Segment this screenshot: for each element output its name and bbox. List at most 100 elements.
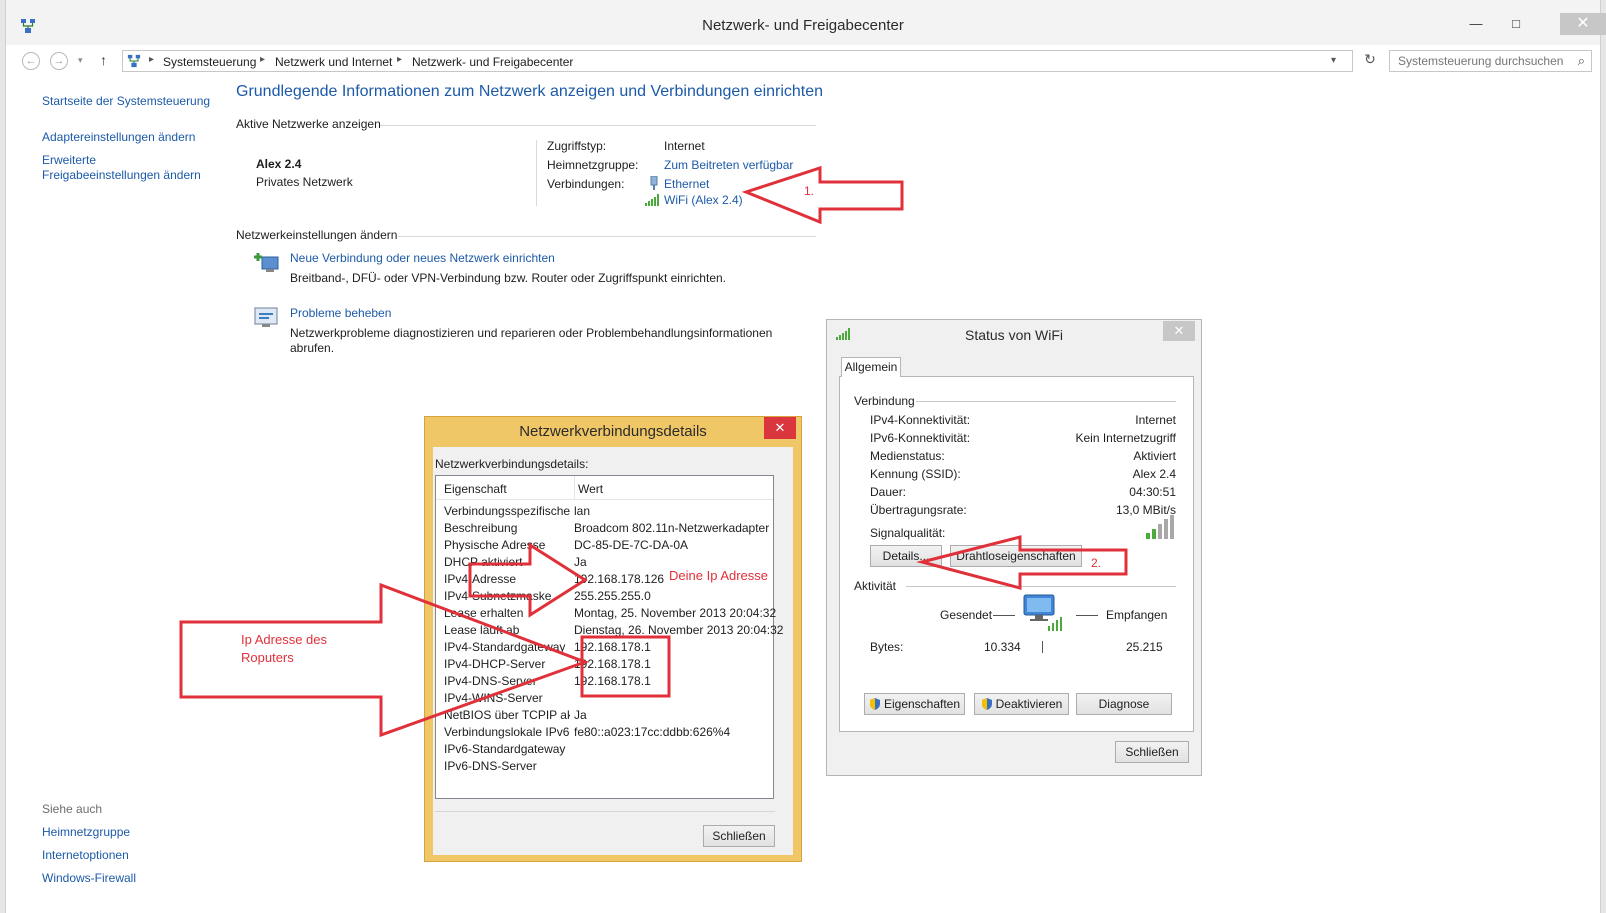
wifi-close-button[interactable]: Schließen [1115,741,1189,763]
details-row-property: IPv6-Standardgateway [444,742,566,756]
change-settings-label: Netzwerkeinstellungen ändern [236,228,398,242]
column-divider[interactable] [574,476,575,500]
address-bar[interactable]: ▸ Systemsteuerung ▸ Netzwerk und Interne… [122,50,1353,72]
details-row-property: IPv4-Adresse [444,572,517,586]
main-window: Netzwerk- und Freigabecenter — □ ✕ ← → ▾… [0,0,1606,913]
connection-info-row: Medienstatus: Aktiviert [856,449,1176,466]
minimize-button[interactable]: — [1462,14,1490,34]
column-header-value[interactable]: Wert [578,482,603,496]
wifi-connection-link[interactable]: WiFi (Alex 2.4) [664,193,743,207]
connection-info-value: Aktiviert [1133,449,1176,463]
details-row[interactable]: Beschreibung Broadcom 802.11n-Netzwerkada… [436,521,769,538]
connection-info-name: Medienstatus: [870,449,945,463]
troubleshoot-icon [254,307,278,327]
breadcrumb-separator-icon[interactable]: ▸ [149,54,154,65]
forward-button[interactable]: → [50,52,68,70]
homegroup-join-link[interactable]: Zum Beitreten verfügbar [664,158,793,172]
annotation-router-label-line1: Ip Adresse des [241,632,327,647]
troubleshoot-link[interactable]: Probleme beheben [290,306,391,320]
see-also-internet-options[interactable]: Internetoptionen [42,848,129,863]
back-button[interactable]: ← [22,52,40,70]
details-row-value: 192.168.178.1 [574,674,651,688]
activity-group-label: Aktivität [854,579,897,593]
details-row[interactable]: Verbindungslokale IPv6-... fe80::a023:17c… [436,725,764,742]
details-row[interactable]: IPv6-Standardgateway [436,742,764,759]
sidebar-item-advanced-sharing-line2[interactable]: Freigabeeinstellungen ändern [42,168,201,183]
details-row-value: Montag, 25. November 2013 20:04:32 [574,606,777,620]
uac-shield-icon [869,698,880,710]
breadcrumb-separator-icon[interactable]: ▸ [397,54,402,65]
details-row[interactable]: Lease läuft ab Dienstag, 26. November 201… [436,623,783,640]
details-row[interactable]: IPv4-Standardgateway 192.168.178.1 [436,640,764,657]
access-type-label: Zugriffstyp: [547,139,607,153]
divider [1076,615,1098,616]
see-also-windows-firewall[interactable]: Windows-Firewall [42,871,136,886]
details-row[interactable]: IPv6-DNS-Server [436,759,764,776]
diagnose-button[interactable]: Diagnose [1076,693,1172,715]
details-row[interactable]: IPv4-DNS-Server 192.168.178.1 [436,674,764,691]
received-label: Empfangen [1106,608,1168,622]
connection-group-label: Verbindung [854,394,915,408]
column-header-property[interactable]: Eigenschaft [444,482,507,496]
recent-pages-chevron-icon[interactable]: ▾ [78,55,83,66]
details-row[interactable]: Physische Adresse DC-85-DE-7C-DA-0A [436,538,764,555]
details-row[interactable]: Verbindungsspezifisches... lan [436,504,764,521]
details-row[interactable]: IPv4-DHCP-Server 192.168.178.1 [436,657,764,674]
properties-button[interactable]: Eigenschaften [864,693,965,715]
connections-label: Verbindungen: [547,177,625,191]
signal-quality-bars [1146,515,1174,539]
connection-info-name: Kennung (SSID): [870,467,961,481]
details-row[interactable]: NetBIOS über TCPIP ak... Ja [436,708,764,725]
sidebar-item-advanced-sharing-line1[interactable]: Erweiterte [42,153,96,168]
search-input[interactable] [1398,54,1568,68]
breadcrumb-netzwerk-freigabecenter[interactable]: Netzwerk- und Freigabecenter [412,55,573,69]
ethernet-connection-link[interactable]: Ethernet [664,177,709,191]
disable-button[interactable]: Deaktivieren [974,693,1069,715]
details-row-property: Lease läuft ab [444,623,520,637]
details-row-property: IPv4-Standardgateway [444,640,566,654]
breadcrumb-systemsteuerung[interactable]: Systemsteuerung [163,55,256,69]
annotation-label-2: 2. [1091,556,1102,570]
details-row-property: IPv4-DHCP-Server [444,657,546,671]
sidebar-item-control-panel-home[interactable]: Startseite der Systemsteuerung [42,94,210,109]
wireless-properties-button[interactable]: Drahtloseigenschaften [950,545,1082,567]
breadcrumb-separator-icon[interactable]: ▸ [260,54,265,65]
right-window-edge [1600,0,1606,913]
tab-allgemein[interactable]: Allgemein [841,357,901,377]
connection-info-name: Übertragungsrate: [870,503,967,517]
details-button[interactable]: Details... [870,545,942,567]
bytes-label: Bytes: [870,640,904,654]
details-row[interactable]: Lease erhalten Montag, 25. November 2013 … [436,606,776,623]
details-listview[interactable]: Eigenschaft Wert Verbindungsspezifisches… [435,475,783,799]
dialog-close-button[interactable]: ✕ [764,417,796,439]
up-button[interactable]: ↑ [100,52,107,68]
details-row-value: fe80::a023:17cc:ddbb:626%4 [574,725,731,739]
address-dropdown-icon[interactable]: ▾ [1331,55,1336,66]
new-connection-link[interactable]: Neue Verbindung oder neues Netzwerk einr… [290,251,555,265]
connection-info-row: Übertragungsrate: 13,0 MBit/s [856,503,1176,520]
details-row[interactable]: IPv4-WINS-Server [436,691,764,708]
see-also-homegroup[interactable]: Heimnetzgruppe [42,825,130,840]
details-row-property: Beschreibung [444,521,518,535]
search-icon[interactable]: ⌕ [1578,53,1585,69]
divider [906,586,1176,587]
connection-info-name: Dauer: [870,485,907,499]
details-close-button[interactable]: Schließen [703,825,775,847]
wifi-signal-icon [645,194,659,206]
sidebar-item-adapter-settings[interactable]: Adaptereinstellungen ändern [42,130,195,145]
uac-shield-icon [981,698,992,710]
details-row-value: 192.168.178.1 [574,640,651,654]
details-row[interactable]: IPv4-Subnetzmaske 255.255.255.0 [436,589,764,606]
details-row-property: IPv4-Subnetzmaske [444,589,552,603]
title-bar: Netzwerk- und Freigabecenter — □ ✕ [6,0,1606,45]
breadcrumb-netzwerk-internet[interactable]: Netzwerk und Internet [275,55,392,69]
refresh-icon[interactable]: ↻ [1358,51,1382,71]
details-row-value: Ja [574,555,587,569]
search-field[interactable]: ⌕ [1389,50,1592,72]
maximize-button[interactable]: □ [1502,14,1530,34]
homegroup-label: Heimnetzgruppe: [547,158,639,172]
details-row-value: Broadcom 802.11n-Netzwerkadapter [574,521,770,535]
window-close-button[interactable]: ✕ [1560,13,1606,35]
dialog-close-button[interactable]: ✕ [1163,321,1195,341]
access-type-value: Internet [664,139,705,153]
